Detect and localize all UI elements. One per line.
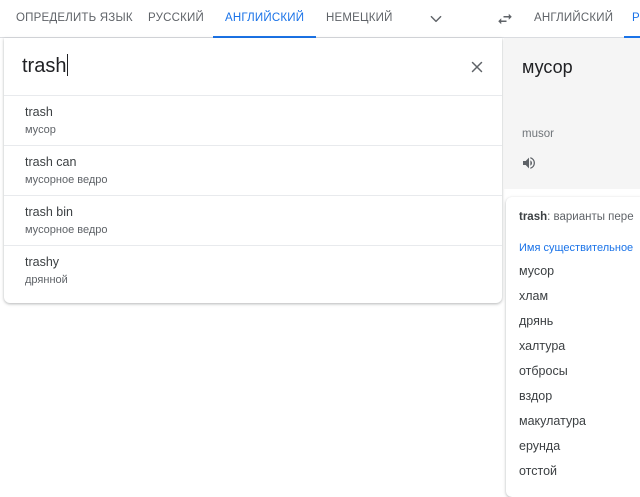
dictionary-term: trash — [519, 211, 548, 223]
swap-arrows-icon — [498, 13, 512, 25]
dictionary-title: trash: варианты пере — [519, 211, 634, 223]
dictionary-entry[interactable]: халтура — [519, 339, 586, 364]
dictionary-entry[interactable]: хлам — [519, 289, 586, 314]
suggestion-term: trash — [25, 105, 53, 119]
listen-translation-button[interactable] — [518, 152, 540, 174]
tab-english-target[interactable]: АНГЛИЙСКИЙ — [534, 0, 613, 37]
tab-russian-target[interactable]: Р — [624, 0, 640, 38]
dictionary-card: trash: варианты пере Имя существительное… — [506, 197, 640, 497]
suggestion-translation: мусорное ведро — [25, 174, 108, 186]
tab-german-source[interactable]: НЕМЕЦКИЙ — [326, 0, 393, 37]
suggestion-term: trash bin — [25, 205, 73, 219]
dictionary-entry[interactable]: отбросы — [519, 364, 586, 389]
translation-text: мусор — [522, 57, 573, 77]
suggestion-term: trash can — [25, 155, 77, 169]
dictionary-entry[interactable]: дрянь — [519, 314, 586, 339]
dictionary-entries: мусор хлам дрянь халтура отбросы вздор м… — [519, 264, 586, 489]
target-panel: мусор musor — [504, 38, 640, 189]
dictionary-entry[interactable]: макулатура — [519, 414, 586, 439]
swap-languages-button[interactable] — [492, 8, 518, 30]
source-input[interactable]: trash — [4, 38, 502, 96]
suggestions-list: trash мусор trash can мусорное ведро tra… — [4, 96, 502, 295]
dictionary-entry[interactable]: ерунда — [519, 439, 586, 464]
speaker-icon — [523, 157, 535, 169]
suggestion-term: trashy — [25, 255, 60, 269]
source-text: trash — [22, 55, 67, 77]
suggestion-item[interactable]: trash мусор — [4, 96, 502, 146]
text-cursor — [67, 54, 69, 76]
transliteration: musor — [522, 128, 554, 140]
dictionary-entry[interactable]: мусор — [519, 264, 586, 289]
dictionary-title-suffix: : варианты пере — [547, 211, 634, 223]
tab-english-source[interactable]: АНГЛИЙСКИЙ — [212, 0, 317, 38]
tab-russian-source[interactable]: РУССКИЙ — [148, 0, 204, 37]
dictionary-entry[interactable]: вздор — [519, 389, 586, 414]
source-panel: trash trash мусор trash can мусорное вед… — [4, 38, 502, 303]
suggestion-translation: мусор — [25, 124, 56, 136]
tab-detect-language[interactable]: ОПРЕДЕЛИТЬ ЯЗЫК — [16, 0, 133, 37]
suggestion-item[interactable]: trashy дрянной — [4, 246, 502, 295]
suggestion-translation: мусорное ведро — [25, 224, 108, 236]
close-icon — [471, 61, 483, 73]
suggestion-translation: дрянной — [25, 274, 68, 286]
language-bar: ОПРЕДЕЛИТЬ ЯЗЫК РУССКИЙ АНГЛИЙСКИЙ НЕМЕЦ… — [0, 0, 640, 38]
dictionary-entry[interactable]: отстой — [519, 464, 586, 489]
suggestion-item[interactable]: trash bin мусорное ведро — [4, 196, 502, 246]
clear-source-button[interactable] — [464, 54, 490, 80]
chevron-down-icon — [430, 15, 442, 23]
more-source-languages-button[interactable] — [424, 8, 448, 30]
suggestion-item[interactable]: trash can мусорное ведро — [4, 146, 502, 196]
part-of-speech-label: Имя существительное — [519, 242, 634, 254]
